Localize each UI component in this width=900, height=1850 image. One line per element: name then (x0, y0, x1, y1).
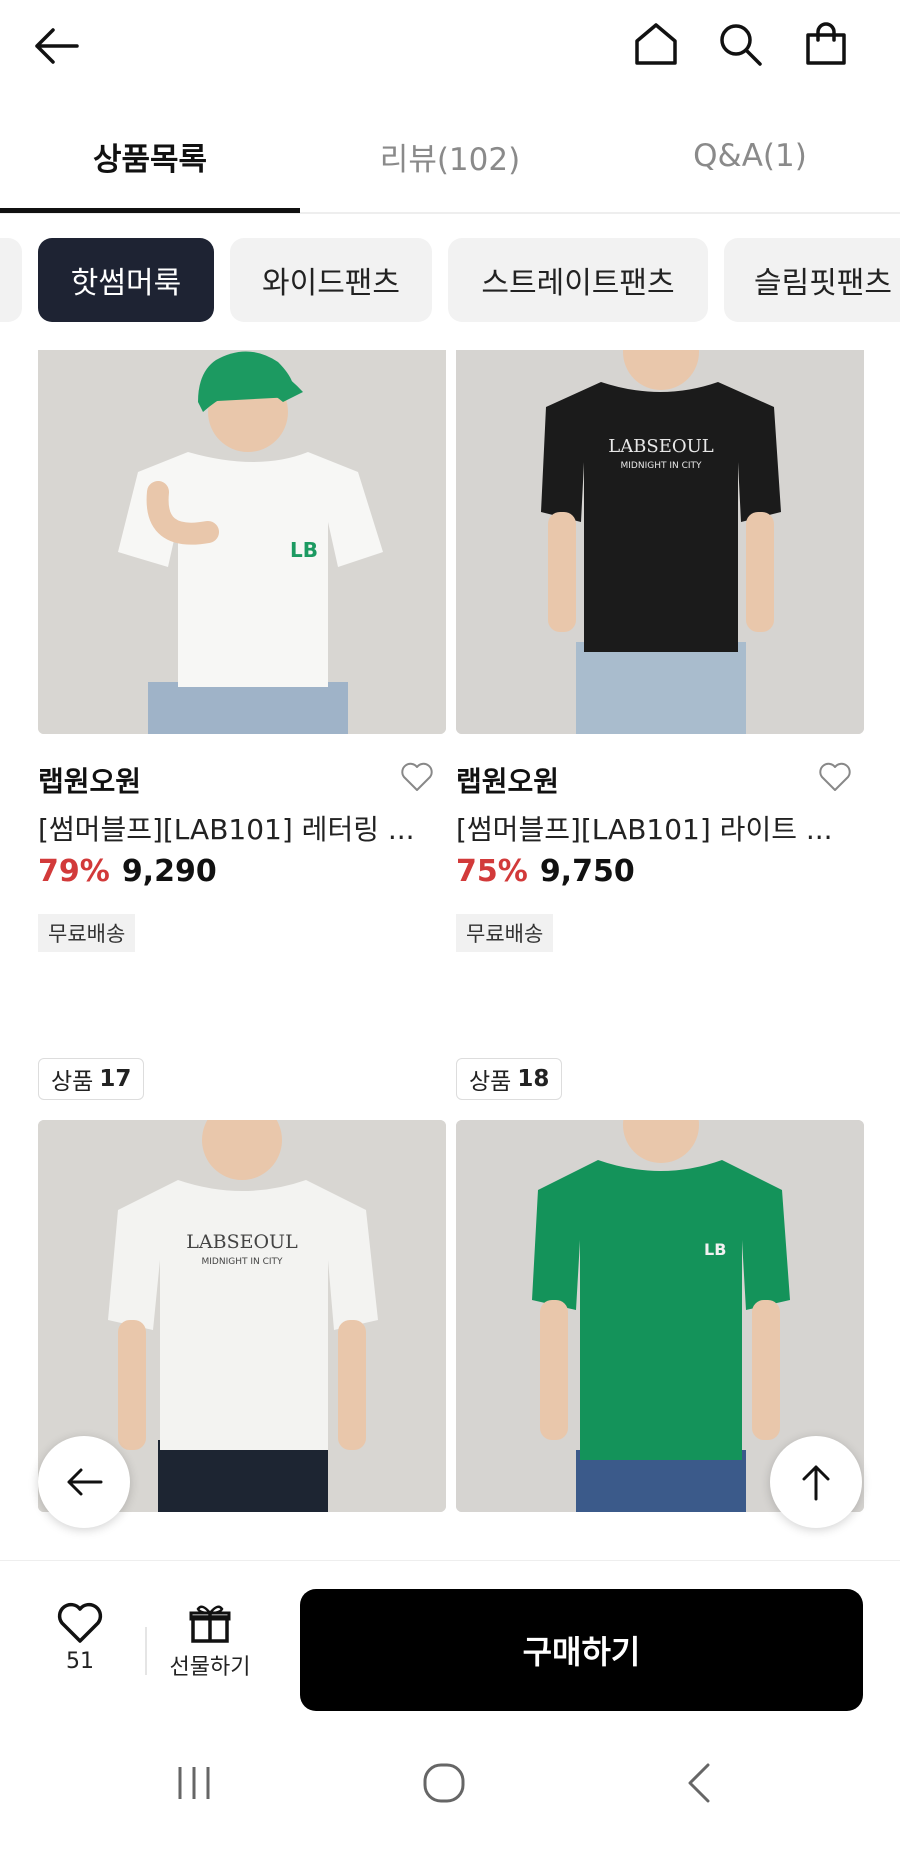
product-count-badge: 상품 17 (38, 1058, 145, 1100)
svg-text:LABSEOUL: LABSEOUL (608, 436, 714, 457)
product-image[interactable]: LB (38, 350, 446, 734)
free-shipping-badge: 무료배송 (456, 914, 554, 952)
divider (145, 1627, 147, 1675)
recent-apps-icon (178, 1767, 210, 1799)
svg-text:LB: LB (704, 1240, 726, 1259)
heart-icon (57, 1602, 103, 1643)
product-count-number: 18 (517, 1066, 550, 1092)
product-count-label: 상품 (469, 1069, 512, 1095)
tab-bar: 상품목록 리뷰(102) Q&A(1) (0, 100, 900, 214)
svg-text:MIDNIGHT IN CITY: MIDNIGHT IN CITY (201, 1257, 283, 1267)
home-icon (635, 23, 677, 65)
svg-text:MIDNIGHT IN CITY: MIDNIGHT IN CITY (620, 461, 702, 471)
system-home-button[interactable] (404, 1750, 484, 1816)
search-button[interactable] (708, 10, 772, 78)
tab-qna[interactable]: Q&A(1) (600, 100, 900, 212)
discount-rate: 75% (456, 854, 528, 889)
sale-price: 9,750 (539, 854, 635, 889)
home-circle-icon (423, 1763, 465, 1803)
product-count-label: 상품 (51, 1069, 94, 1095)
purchase-bar: 51 선물하기 구매하기 (0, 1560, 900, 1720)
system-back-button[interactable] (658, 1750, 738, 1816)
shopping-bag-icon (806, 22, 846, 65)
free-shipping-badge: 무료배송 (38, 914, 136, 952)
product-price-row: 75% 9,750 (456, 854, 635, 889)
sale-price: 9,290 (121, 854, 217, 889)
heart-outline-icon[interactable] (818, 760, 852, 794)
discount-rate: 79% (38, 854, 110, 889)
back-button[interactable] (24, 14, 88, 78)
arrow-left-icon (35, 28, 79, 64)
top-bar (0, 0, 900, 90)
category-chip-slim-fit-pants[interactable]: 슬림핏팬츠 (724, 238, 900, 322)
active-tab-indicator (0, 208, 300, 213)
chevron-left-icon (688, 1763, 710, 1803)
category-chip-hot-summer-look[interactable]: 핫썸머룩 (38, 238, 214, 322)
heart-outline-icon[interactable] (400, 760, 434, 794)
gift-label: 선물하기 (169, 1655, 251, 1680)
arrow-left-icon (67, 1468, 103, 1496)
recent-apps-button[interactable] (154, 1750, 234, 1816)
category-chip-previous[interactable] (0, 238, 22, 322)
product-brand: 랩원오원 (38, 765, 142, 798)
product-brand: 랩원오원 (456, 765, 560, 798)
product-photo-white-tee: LB (38, 350, 446, 734)
product-name[interactable]: [썸머블프][LAB101] 라이트 ... (456, 808, 856, 848)
home-button[interactable] (624, 10, 688, 78)
product-price-row: 79% 9,290 (38, 854, 217, 889)
product-name[interactable]: [썸머블프][LAB101] 레터링 ... (38, 808, 438, 848)
like-count: 51 (66, 1649, 94, 1674)
product-image[interactable]: LABSEOUL MIDNIGHT IN CITY (456, 350, 864, 734)
tab-reviews[interactable]: 리뷰(102) (300, 100, 600, 212)
search-icon (720, 24, 762, 66)
product-count-badge: 상품 18 (456, 1058, 563, 1100)
cart-button[interactable] (794, 10, 858, 78)
product-grid: LB 랩원오원 [썸머블프][LAB101] 레터링 ... 79% 9,290… (0, 350, 900, 1560)
product-count-number: 17 (99, 1066, 132, 1092)
arrow-up-icon (802, 1465, 830, 1501)
category-chip-wide-pants[interactable]: 와이드팬츠 (230, 238, 432, 322)
system-nav-bar (0, 1720, 900, 1850)
gift-button[interactable]: 선물하기 (160, 1601, 260, 1691)
svg-text:LB: LB (290, 538, 318, 562)
tab-products[interactable]: 상품목록 (0, 100, 300, 212)
scroll-back-button[interactable] (38, 1436, 130, 1528)
product-photo-black-tee: LABSEOUL MIDNIGHT IN CITY (456, 350, 864, 734)
category-chip-straight-pants[interactable]: 스트레이트팬츠 (448, 238, 708, 322)
svg-text:LABSEOUL: LABSEOUL (186, 1231, 298, 1253)
buy-button[interactable]: 구매하기 (300, 1589, 863, 1711)
gift-icon (189, 1605, 231, 1643)
category-chips: 핫썸머룩 와이드팬츠 스트레이트팬츠 슬림핏팬츠 (0, 236, 900, 326)
like-button[interactable]: 51 (30, 1601, 130, 1691)
scroll-to-top-button[interactable] (770, 1436, 862, 1528)
